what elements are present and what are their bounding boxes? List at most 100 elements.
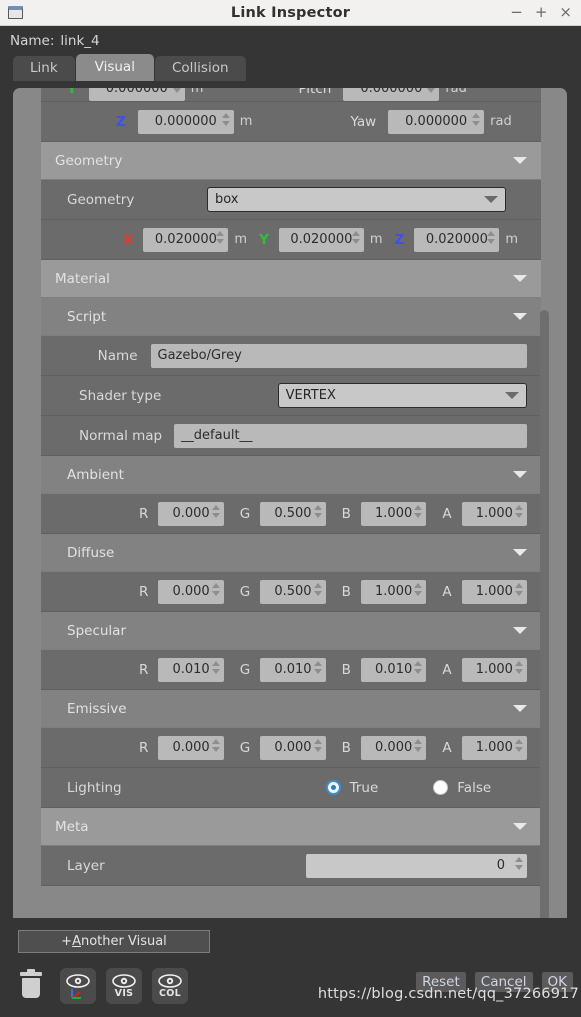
geometry-x-spinbox[interactable]: [143, 227, 229, 252]
ambient-b-spinbox[interactable]: [360, 501, 427, 526]
pose-y-spinbox[interactable]: [88, 88, 185, 101]
chevron-down-icon[interactable]: [513, 313, 527, 320]
spin-arrows[interactable]: [414, 504, 423, 518]
lighting-radio-true[interactable]: True: [325, 779, 379, 796]
emissive-r-spinbox[interactable]: [158, 735, 224, 760]
spin-arrows[interactable]: [313, 504, 322, 518]
group-header-specular[interactable]: Specular: [41, 612, 541, 650]
spin-arrows[interactable]: [515, 856, 523, 870]
chevron-down-icon[interactable]: [513, 705, 527, 712]
spin-arrows[interactable]: [313, 582, 322, 596]
chevron-down-icon[interactable]: [513, 549, 527, 556]
channel-label-a: A: [442, 739, 452, 756]
spin-arrows[interactable]: [313, 660, 322, 674]
spin-arrows[interactable]: [211, 660, 220, 674]
group-header-meta[interactable]: Meta: [41, 808, 541, 846]
maximize-icon[interactable]: +: [535, 5, 548, 20]
spin-arrows[interactable]: [211, 738, 220, 752]
chevron-down-icon[interactable]: [513, 157, 527, 164]
diffuse-r-spinbox[interactable]: [158, 579, 224, 604]
geometry-z-spinbox[interactable]: [414, 227, 500, 252]
lighting-true-label: True: [349, 779, 379, 796]
tab-visual[interactable]: Visual: [75, 54, 154, 81]
layer-spinbox[interactable]: [305, 853, 527, 878]
radio-dot-icon[interactable]: [325, 780, 341, 795]
spin-arrows[interactable]: [427, 88, 436, 93]
spin-arrows[interactable]: [515, 504, 523, 518]
group-header-diffuse[interactable]: Diffuse: [41, 534, 541, 572]
chevron-down-icon[interactable]: [513, 627, 527, 634]
shader-type-select[interactable]: VERTEX: [277, 383, 527, 408]
script-name-input[interactable]: [150, 343, 527, 368]
channel-label-r: R: [139, 739, 149, 756]
normal-map-input[interactable]: [173, 423, 527, 448]
geometry-y-spinbox[interactable]: [278, 227, 364, 252]
lighting-radio-false[interactable]: False: [433, 780, 491, 796]
tab-collision[interactable]: Collision: [154, 56, 246, 81]
pose-yaw-input[interactable]: [388, 109, 485, 134]
radio-dot-icon[interactable]: [433, 780, 449, 795]
group-header-material[interactable]: Material: [41, 260, 541, 298]
channel-label-b: B: [341, 739, 351, 756]
spin-arrows[interactable]: [472, 112, 481, 126]
pose-y-input[interactable]: [88, 88, 185, 101]
visual-visibility-button[interactable]: VIS: [106, 968, 142, 1004]
chevron-down-icon[interactable]: [505, 392, 519, 399]
layer-input[interactable]: [305, 853, 527, 878]
spin-arrows[interactable]: [211, 582, 220, 596]
spin-arrows[interactable]: [515, 660, 523, 674]
trash-icon[interactable]: [20, 969, 42, 998]
diffuse-g-spinbox[interactable]: [260, 579, 326, 604]
diffuse-b-spinbox[interactable]: [360, 579, 427, 604]
specular-r-spinbox[interactable]: [158, 657, 224, 682]
pose-z-input[interactable]: [137, 109, 234, 134]
specular-g-spinbox[interactable]: [260, 657, 326, 682]
layer-label: Layer: [67, 857, 105, 874]
spin-arrows[interactable]: [351, 230, 360, 244]
spin-arrows[interactable]: [172, 88, 181, 93]
pose-yaw-spinbox[interactable]: [388, 109, 485, 134]
channel-label-g: G: [239, 583, 251, 600]
add-another-visual-button[interactable]: + Another Visual: [18, 930, 210, 953]
spin-arrows[interactable]: [487, 230, 496, 244]
ambient-g-spinbox[interactable]: [260, 501, 326, 526]
pose-pitch-input[interactable]: [343, 88, 440, 101]
specular-a-spinbox[interactable]: [461, 657, 527, 682]
spin-arrows[interactable]: [211, 504, 220, 518]
chevron-down-icon[interactable]: [513, 275, 527, 282]
collision-visibility-button[interactable]: COL: [152, 968, 188, 1004]
pose-z-spinbox[interactable]: [137, 109, 234, 134]
geometry-shape-select[interactable]: box: [207, 187, 506, 212]
group-title-emissive: Emissive: [67, 700, 127, 717]
scrollbar-thumb[interactable]: [540, 310, 549, 918]
diffuse-rgba-row: R G B A: [41, 572, 541, 612]
spin-arrows[interactable]: [313, 738, 322, 752]
tab-link[interactable]: Link: [13, 56, 75, 81]
group-header-script[interactable]: Script: [41, 298, 541, 336]
group-header-geometry[interactable]: Geometry: [41, 142, 541, 180]
emissive-g-spinbox[interactable]: [260, 735, 326, 760]
spin-arrows[interactable]: [221, 112, 230, 126]
spin-arrows[interactable]: [515, 582, 523, 596]
ambient-r-spinbox[interactable]: [158, 501, 224, 526]
spin-arrows[interactable]: [414, 660, 423, 674]
chevron-down-icon[interactable]: [513, 823, 527, 830]
group-header-ambient[interactable]: Ambient: [41, 456, 541, 494]
chevron-down-icon[interactable]: [513, 471, 527, 478]
ambient-a-spinbox[interactable]: [461, 501, 527, 526]
pose-pitch-spinbox[interactable]: [343, 88, 440, 101]
spin-arrows[interactable]: [515, 738, 523, 752]
minimize-icon[interactable]: −: [510, 5, 523, 20]
emissive-b-spinbox[interactable]: [360, 735, 427, 760]
specular-b-spinbox[interactable]: [360, 657, 427, 682]
group-header-emissive[interactable]: Emissive: [41, 690, 541, 728]
visual-axis-toggle-button[interactable]: [60, 968, 96, 1004]
panel-scrollbar[interactable]: [540, 98, 558, 918]
close-icon[interactable]: ×: [559, 5, 572, 20]
chevron-down-icon[interactable]: [484, 196, 498, 203]
diffuse-a-spinbox[interactable]: [461, 579, 527, 604]
spin-arrows[interactable]: [414, 738, 423, 752]
spin-arrows[interactable]: [414, 582, 423, 596]
emissive-a-spinbox[interactable]: [461, 735, 527, 760]
spin-arrows[interactable]: [216, 230, 225, 244]
